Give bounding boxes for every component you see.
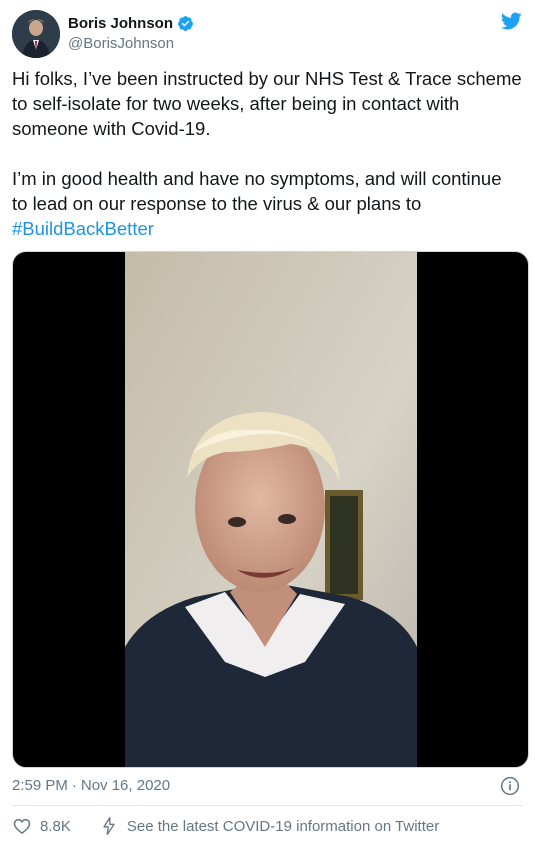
tweet-paragraph-1: Hi folks, I’ve been instructed by our NH… [12,68,522,139]
video-player[interactable] [12,251,529,768]
covid-info-text: See the latest COVID-19 information on T… [126,817,440,835]
tweet-paragraph-2-text: I’m in good health and have no symptoms,… [12,168,502,214]
tweet-date: Nov 16, 2020 [80,777,171,794]
like-count: 8.8K [40,817,71,835]
tweet-actions: 8.8K See the latest COVID-19 information… [12,814,439,838]
handle[interactable]: @BorisJohnson [68,35,194,52]
verified-badge-icon [178,15,193,31]
covid-info-link[interactable]: See the latest COVID-19 information on T… [99,816,439,836]
info-icon[interactable] [500,776,520,796]
display-name[interactable]: Boris Johnson [68,15,173,32]
lightning-icon [103,817,115,835]
tweet-text: Hi folks, I’ve been instructed by our NH… [12,66,522,241]
hashtag-link[interactable]: #BuildBackBetter [12,218,154,239]
tweet-time: 2:59 PM [12,777,68,794]
author-info: Boris Johnson @BorisJohnson [68,13,194,52]
tweet-timestamp[interactable]: 2:59 PM · Nov 16, 2020 [12,777,170,794]
avatar[interactable] [12,10,60,58]
twitter-bird-icon[interactable] [499,10,523,32]
like-button[interactable]: 8.8K [12,816,71,836]
video-thumbnail [125,252,417,767]
divider [12,805,523,806]
tweet-paragraph-2: I’m in good health and have no symptoms,… [12,166,522,241]
separator: · [71,777,77,794]
tweet-header: Boris Johnson @BorisJohnson [12,10,523,58]
heart-icon [13,818,31,835]
